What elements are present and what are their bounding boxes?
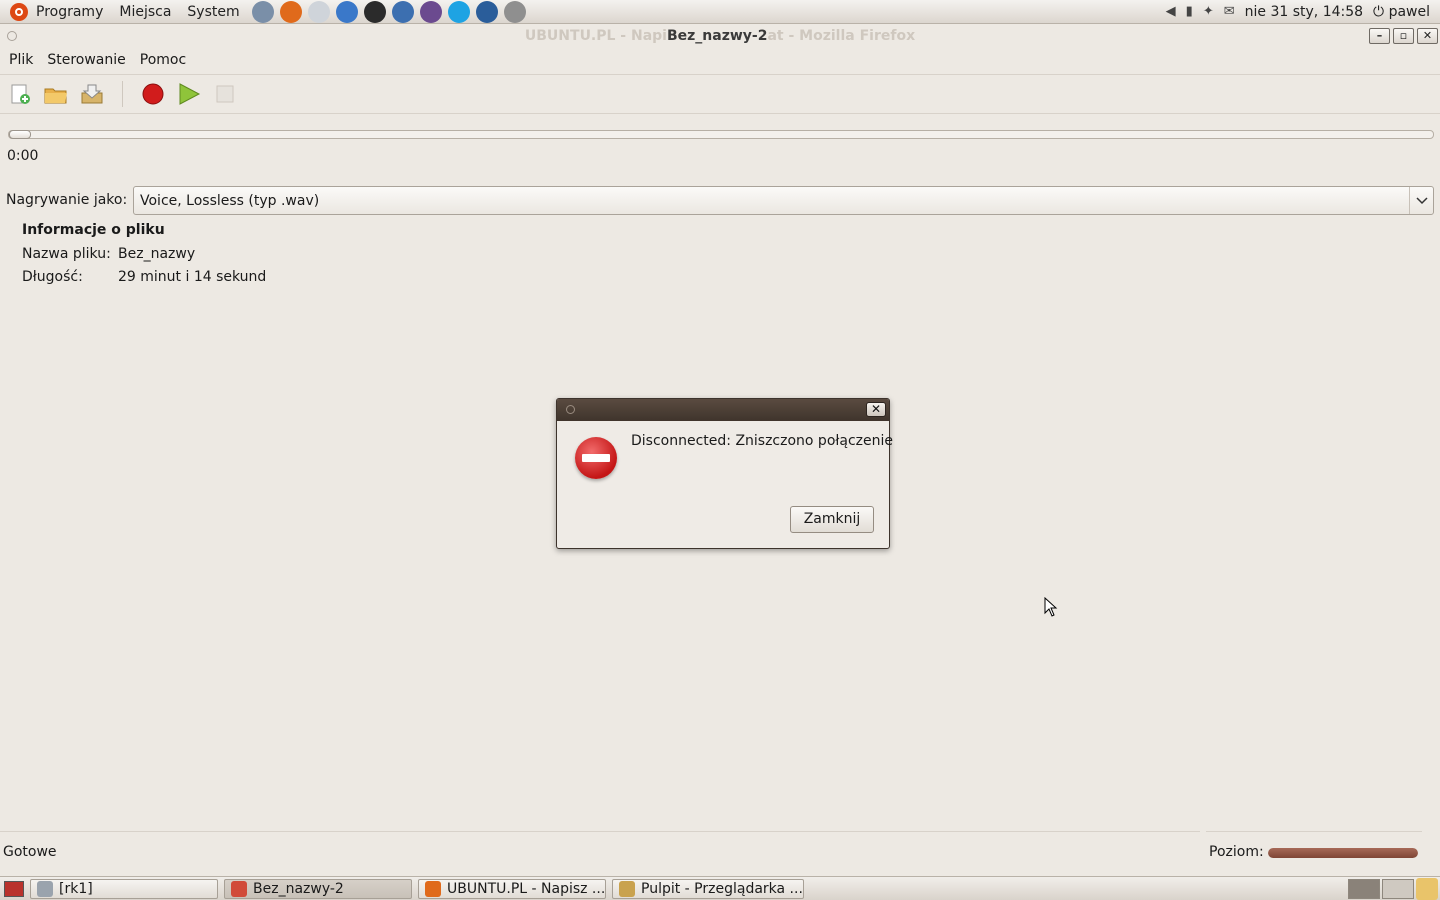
statusbar-divider bbox=[0, 831, 1200, 832]
terminal-icon[interactable] bbox=[363, 0, 386, 23]
help-icon[interactable] bbox=[335, 0, 358, 23]
save-file-button[interactable] bbox=[80, 82, 104, 106]
file-length-label: Długość: bbox=[22, 269, 83, 285]
level-meter-fill bbox=[1268, 848, 1418, 858]
taskbar-item[interactable]: [rk1] bbox=[30, 878, 218, 899]
volume-icon[interactable]: ◀ bbox=[1166, 4, 1176, 19]
file-length-value: 29 minut i 14 sekund bbox=[118, 269, 267, 285]
ubuntu-logo-icon[interactable] bbox=[10, 2, 28, 21]
file-manager-icon bbox=[619, 880, 635, 897]
taskbar-item[interactable]: Bez_nazwy-2 bbox=[224, 878, 412, 899]
level-meter bbox=[1268, 848, 1418, 858]
battery-icon[interactable]: ▮ bbox=[1186, 4, 1193, 19]
workspace-2[interactable] bbox=[1382, 878, 1414, 899]
bottom-taskbar: [rk1] Bez_nazwy-2 UBUNTU.PL - Napisz ... Pu… bbox=[0, 876, 1440, 900]
mouse-cursor-icon bbox=[1044, 597, 1058, 617]
status-text: Gotowe bbox=[3, 844, 57, 860]
statusbar-divider-right bbox=[1206, 831, 1422, 832]
record-button[interactable] bbox=[141, 82, 165, 106]
record-icon bbox=[142, 83, 164, 105]
skype-icon[interactable] bbox=[447, 0, 470, 23]
firefox-icon bbox=[425, 880, 441, 897]
toolbar bbox=[0, 74, 1440, 114]
close-window-button[interactable]: ✕ bbox=[1417, 28, 1438, 44]
title-ghost-left: UBUNTU.PL - Napi bbox=[524, 28, 667, 44]
firefox-icon[interactable] bbox=[279, 0, 302, 23]
seek-handle[interactable] bbox=[9, 130, 31, 139]
menubar: Plik Sterowanie Pomoc bbox=[0, 48, 1440, 72]
window-menu-icon[interactable] bbox=[7, 31, 17, 41]
taskbar-item[interactable]: Pulpit - Przeglądarka ... bbox=[612, 878, 804, 899]
menu-plik[interactable]: Plik bbox=[2, 52, 40, 68]
show-desktop-icon[interactable] bbox=[4, 880, 24, 897]
mail-notify-icon[interactable]: ✉ bbox=[1224, 4, 1235, 19]
toolbar-separator bbox=[122, 81, 123, 107]
file-info-heading: Informacje o pliku bbox=[22, 222, 165, 238]
pidgin-icon[interactable] bbox=[419, 0, 442, 23]
window-titlebar[interactable]: UBUNTU.PL - Napi Bez_nazwy-2 at - Mozill… bbox=[0, 25, 1440, 47]
menu-sterowanie[interactable]: Sterowanie bbox=[40, 52, 132, 68]
menu-system[interactable]: System bbox=[179, 4, 247, 20]
new-file-icon bbox=[11, 84, 30, 104]
close-button[interactable]: Zamknij bbox=[790, 506, 874, 533]
sound-recorder-icon bbox=[231, 880, 247, 897]
new-file-button[interactable] bbox=[8, 82, 32, 106]
title-ghost-right: at - Mozilla Firefox bbox=[767, 28, 916, 44]
thunderbird-icon[interactable] bbox=[391, 0, 414, 23]
dialog-message: Disconnected: Zniszczono połączenie bbox=[631, 433, 893, 449]
user-name: pawel bbox=[1388, 3, 1430, 20]
network-status-icon[interactable]: ✦ bbox=[1203, 4, 1214, 19]
minimize-button[interactable]: – bbox=[1369, 28, 1390, 44]
dialog-menu-icon[interactable] bbox=[566, 405, 575, 414]
open-folder-icon bbox=[44, 88, 67, 104]
clock[interactable]: nie 31 sty, 14:58 bbox=[1245, 4, 1363, 20]
menu-programy[interactable]: Programy bbox=[28, 4, 111, 20]
launcher-group bbox=[251, 0, 526, 23]
taskbar-item-label: Bez_nazwy-2 bbox=[253, 880, 344, 897]
taskbar-item-label: [rk1] bbox=[59, 880, 93, 897]
dialog-close-button[interactable]: ✕ bbox=[866, 402, 886, 417]
menu-miejsca[interactable]: Miejsca bbox=[111, 4, 179, 20]
top-panel: Programy Miejsca System ◀ ▮ ✦ ✉ nie 31 s… bbox=[0, 0, 1440, 24]
error-icon bbox=[575, 437, 617, 479]
open-file-button[interactable] bbox=[44, 82, 68, 106]
record-format-value: Voice, Lossless (typ .wav) bbox=[140, 192, 320, 209]
folder-icon bbox=[37, 880, 53, 897]
file-name-label: Nazwa pliku: bbox=[22, 246, 111, 262]
level-label: Poziom: bbox=[1209, 844, 1264, 860]
settings-icon[interactable] bbox=[251, 0, 274, 23]
chevron-down-icon[interactable] bbox=[1409, 187, 1433, 214]
screenshot-icon[interactable] bbox=[503, 0, 526, 23]
play-icon bbox=[179, 83, 201, 105]
mail-icon[interactable] bbox=[307, 0, 330, 23]
trash-icon[interactable] bbox=[1416, 877, 1438, 900]
taskbar-item-label: UBUNTU.PL - Napisz ... bbox=[447, 880, 606, 897]
user-menu[interactable]: ⏻ pawel bbox=[1373, 4, 1430, 20]
system-tray: ◀ ▮ ✦ ✉ nie 31 sty, 14:58 ⏻ pawel bbox=[1166, 4, 1440, 20]
stop-button[interactable] bbox=[213, 82, 237, 106]
taskbar-item[interactable]: UBUNTU.PL - Napisz ... bbox=[418, 878, 606, 899]
file-length-row: Długość: 29 minut i 14 sekund bbox=[22, 269, 266, 285]
file-name-row: Nazwa pliku: Bez_nazwy bbox=[22, 246, 195, 262]
menu-pomoc[interactable]: Pomoc bbox=[133, 52, 193, 68]
file-name-value: Bez_nazwy bbox=[118, 246, 196, 262]
seek-slider[interactable] bbox=[8, 130, 1434, 139]
task-list: [rk1] Bez_nazwy-2 UBUNTU.PL - Napisz ... Pu… bbox=[24, 878, 804, 899]
dialog-titlebar[interactable]: ✕ bbox=[557, 399, 889, 421]
error-dialog: ✕ Disconnected: Zniszczono połączenie Za… bbox=[556, 398, 893, 549]
save-icon bbox=[81, 84, 103, 104]
workspace-1[interactable] bbox=[1348, 878, 1380, 899]
time-label: 0:00 bbox=[7, 148, 39, 164]
play-button[interactable] bbox=[177, 82, 201, 106]
network-icon[interactable] bbox=[475, 0, 498, 23]
window-title: Bez_nazwy-2 bbox=[666, 28, 768, 44]
maximize-button[interactable]: ▫ bbox=[1393, 28, 1414, 44]
record-format-select[interactable]: Voice, Lossless (typ .wav) bbox=[133, 186, 1434, 215]
record-as-label: Nagrywanie jako: bbox=[6, 192, 128, 208]
power-icon: ⏻ bbox=[1373, 3, 1385, 20]
stop-icon bbox=[216, 85, 234, 103]
taskbar-item-label: Pulpit - Przeglądarka ... bbox=[641, 880, 803, 897]
